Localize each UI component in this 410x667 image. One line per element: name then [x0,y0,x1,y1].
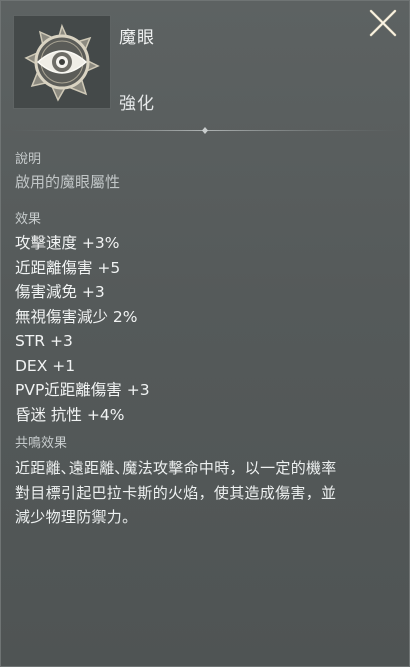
tooltip-content: 說明 啟用的魔眼屬性 效果 攻擊速度 +3% 近距離傷害 +5 傷害減免 +3 … [15,151,399,530]
eye-emblem-icon [24,23,100,102]
close-icon [369,9,397,37]
effect-line: 昏迷 抗性 +4% [15,405,125,424]
effects-list: 攻擊速度 +3% 近距離傷害 +5 傷害減免 +3 無視傷害減少 2% STR … [15,231,399,427]
item-icon-frame [13,15,111,109]
item-name: 魔眼 [119,28,155,48]
close-button[interactable] [367,7,399,39]
effect-line: 攻擊速度 +3% [15,234,120,252]
effect-line: 無視傷害減少 2% [15,307,138,326]
resonance-text: 近距離､遠距離､魔法攻擊命中時，以一定的機率 對目標引起巴拉卡斯的火焰，使其造成… [15,456,399,530]
resonance-line: 減少物理防禦力。 [15,508,138,526]
resonance-line: 近距離､遠距離､魔法攻擊命中時，以一定的機率 [15,459,337,477]
effects-label: 效果 [15,212,42,227]
effect-line: 傷害減免 +3 [15,283,105,301]
item-type: 強化 [119,94,155,114]
description-label: 說明 [15,152,42,167]
resonance-label: 共鳴效果 [15,436,68,451]
effect-line: PVP近距離傷害 +3 [15,381,150,399]
effect-line: DEX +1 [15,356,76,375]
item-tooltip-panel: 魔眼 強化 說明 啟用的魔眼屬性 效果 攻擊速度 +3% 近距離傷害 +5 傷害… [0,0,410,667]
effect-line: STR +3 [15,332,73,350]
header-divider [11,127,399,134]
description-text: 啟用的魔眼屬性 [15,173,121,191]
tooltip-header: 魔眼 強化 [1,1,409,123]
effect-line: 近距離傷害 +5 [15,258,121,277]
resonance-line: 對目標引起巴拉卡斯的火焰，使其造成傷害，並 [15,483,337,502]
